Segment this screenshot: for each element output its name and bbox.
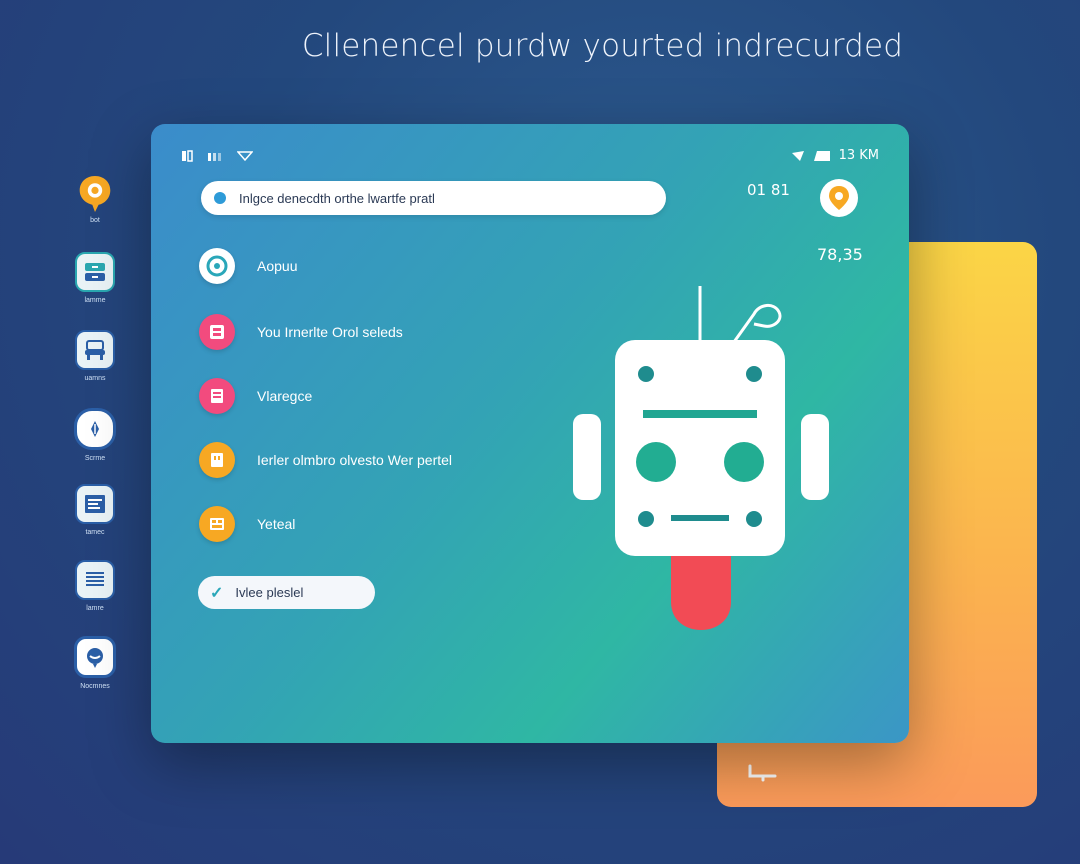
card-icon [813, 150, 830, 161]
pin-icon [829, 186, 849, 210]
dock-item-scrme[interactable]: Scrme [70, 408, 120, 462]
dock-label: Scrme [84, 455, 106, 462]
chat-bubble-icon [77, 176, 113, 212]
search-input[interactable]: Inlgce denecdth orthe lwartfe pratl [201, 181, 666, 215]
menu-label: Yeteal [257, 516, 296, 532]
action-pill-button[interactable]: ✓ Ivlee pleslel [198, 576, 375, 609]
dock-item-nocmnes[interactable]: Nocmnes [70, 636, 120, 690]
dock-item-bot[interactable]: bot [70, 176, 120, 224]
menu-item-aopuu[interactable]: Aopuu [199, 248, 297, 284]
menu-item-yeteal[interactable]: Yeteal [199, 506, 295, 542]
menu-item-pertel[interactable]: Ierler olmbro olvesto Wer pertel [199, 442, 452, 478]
dock-label: uamns [84, 375, 106, 382]
ring-icon [199, 248, 235, 284]
menu-label: Ierler olmbro olvesto Wer pertel [257, 452, 453, 468]
dock-label: lamme [84, 297, 106, 304]
dock-label: lamre [86, 605, 104, 612]
chair-icon [75, 330, 115, 370]
locker-icon [199, 378, 235, 414]
dock-item-uamns[interactable]: uamns [70, 330, 120, 382]
time-readout: 01 81 [747, 181, 790, 199]
return-icon[interactable] [747, 762, 779, 788]
pen-circle-icon [74, 408, 116, 450]
pill-label: Ivlee pleslel [235, 585, 304, 600]
status-bar-left [181, 150, 253, 162]
signal-icon [208, 153, 221, 161]
grid-icon [199, 506, 235, 542]
dock-item-lamre[interactable]: lamre [70, 560, 120, 612]
location-pin-button[interactable] [820, 179, 858, 217]
dock-label: Nocmnes [80, 683, 110, 690]
main-window: 13 KM Inlgce denecdth orthe lwartfe prat… [151, 124, 909, 743]
document-icon [75, 484, 115, 524]
search-icon [214, 192, 226, 204]
location-icon [791, 150, 804, 161]
box-icon [199, 442, 235, 478]
menu-label: Vlaregce [257, 388, 313, 404]
search-text: Inlgce denecdth orthe lwartfe pratl [239, 190, 435, 206]
menu-item-seleds[interactable]: You Irnerlte Orol seleds [199, 314, 403, 350]
dock-item-tamec[interactable]: tamec [70, 484, 120, 536]
robot-illustration [573, 286, 829, 630]
battery-icon [182, 150, 193, 162]
cabinet-icon [75, 252, 115, 292]
speech-icon [74, 636, 116, 678]
menu-item-vlaregce[interactable]: Vlaregce [199, 378, 312, 414]
status-bar-right: 13 KM [791, 148, 879, 163]
tray-icon [199, 314, 235, 350]
stat-readout: 78,35 [817, 245, 863, 264]
dock-item-lamme[interactable]: lamme [70, 252, 120, 304]
menu-label: You Irnerlte Orol seleds [257, 324, 403, 340]
list-icon [75, 560, 115, 600]
check-icon: ✓ [210, 584, 224, 602]
dock-label: bot [90, 217, 100, 224]
wifi-icon [237, 151, 253, 162]
status-readout: 13 KM [838, 148, 879, 163]
menu-label: Aopuu [257, 258, 298, 274]
headline: Cllenencel purdw yourted indrecurded [301, 28, 904, 64]
dock-label: tamec [85, 529, 105, 536]
